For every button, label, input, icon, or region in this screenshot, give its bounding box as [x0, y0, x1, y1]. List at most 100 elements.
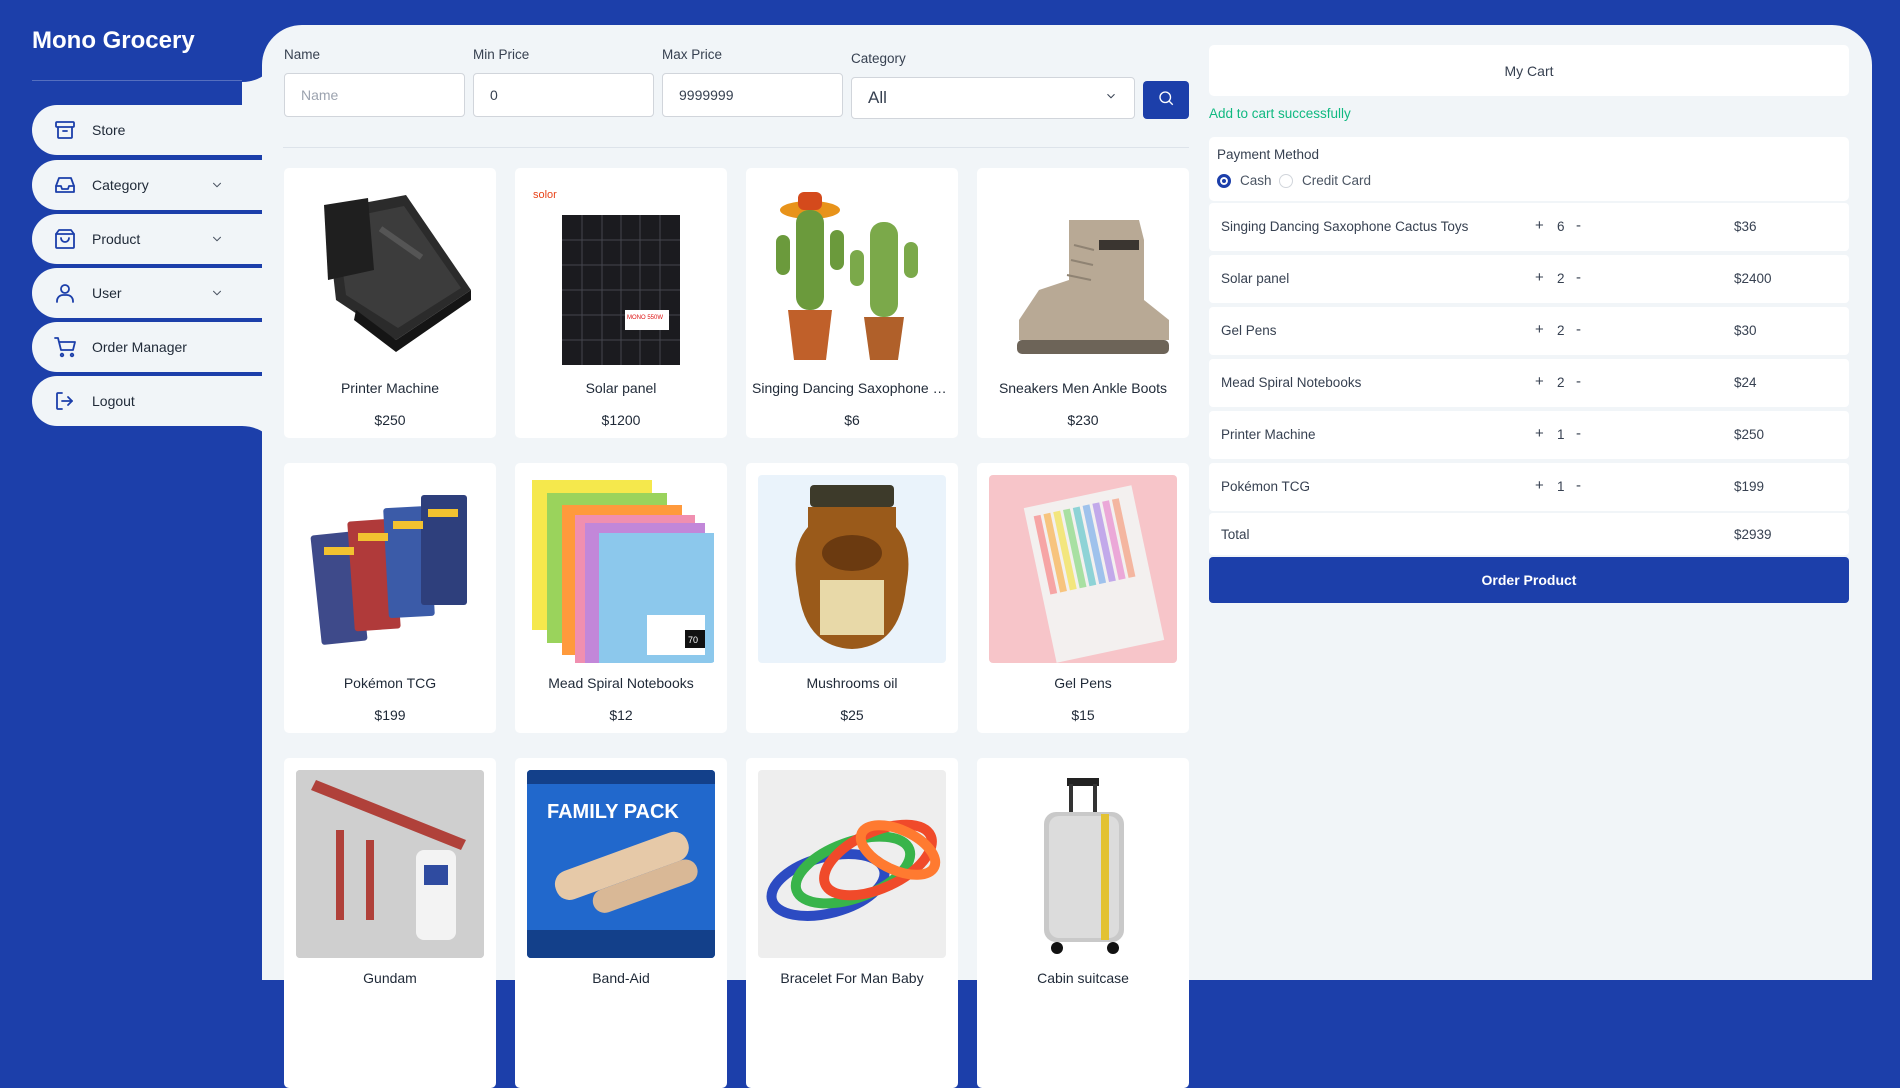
sidebar-item-user[interactable]: User — [32, 268, 262, 318]
product-card-solar-panel[interactable]: solor MONO 550W Solar panel $1200 — [515, 168, 727, 438]
sidebar-item-logout[interactable]: Logout — [32, 376, 262, 426]
product-price: $1200 — [601, 412, 641, 428]
notebook-sheet-count: 70 — [688, 635, 698, 645]
sidebar-item-label: User — [92, 285, 122, 301]
sidebar: Mono Grocery Store Category Product User — [0, 0, 262, 980]
product-card-printer-machine[interactable]: Printer Machine $250 — [284, 168, 496, 438]
cart-decrease-button[interactable]: - — [1576, 477, 1581, 494]
cart-item-quantity: 2 — [1557, 271, 1565, 286]
min-price-label: Min Price — [473, 47, 530, 62]
radio-unselected-icon — [1279, 173, 1293, 188]
product-name: Singing Dancing Saxophone Cactus Toys — [752, 380, 952, 396]
category-select[interactable]: All — [851, 77, 1135, 119]
payment-option-label: Credit Card — [1302, 173, 1372, 188]
sidebar-item-label: Product — [92, 231, 141, 247]
product-image-band-aid: FAMILY PACK — [527, 770, 715, 958]
cart-increase-button[interactable]: + — [1535, 373, 1544, 390]
product-image-gundam — [296, 770, 484, 958]
cart-item-row: Gel Pens + 2 - $30 — [1209, 307, 1849, 355]
product-name: Bracelet For Man Baby — [780, 970, 924, 986]
solar-brand-text: solor — [533, 189, 557, 201]
product-card-spiral-notebooks[interactable]: 70 Mead Spiral Notebooks $12 — [515, 463, 727, 733]
payment-option-label: Cash — [1240, 173, 1272, 188]
chevron-down-icon — [1104, 88, 1118, 108]
product-image-spiral-notebooks: 70 — [527, 475, 715, 663]
shopping-bag-icon — [52, 226, 78, 252]
app-logo-title: Mono Grocery — [32, 27, 195, 54]
cart-increase-button[interactable]: + — [1535, 321, 1544, 338]
product-price: $199 — [374, 707, 406, 723]
cart-decrease-button[interactable]: - — [1576, 269, 1581, 286]
chevron-down-icon[interactable] — [207, 283, 227, 303]
product-image-solar-panel: solor MONO 550W — [527, 180, 715, 368]
product-image-pokemon-tcg — [296, 475, 484, 663]
product-card-band-aid[interactable]: FAMILY PACK Band-Aid — [515, 758, 727, 1088]
cart-increase-button[interactable]: + — [1535, 269, 1544, 286]
cart-decrease-button[interactable]: - — [1576, 321, 1581, 338]
cart-item-price: $24 — [1734, 375, 1757, 390]
min-price-input[interactable] — [473, 73, 654, 117]
chevron-down-icon[interactable] — [207, 175, 227, 195]
sidebar-item-order-manager[interactable]: Order Manager — [32, 322, 262, 372]
product-image-mushrooms-oil — [758, 475, 946, 663]
product-card-gundam[interactable]: Gundam — [284, 758, 496, 1088]
product-name: Gundam — [363, 970, 417, 986]
payment-radio-credit-card[interactable]: Credit Card — [1279, 173, 1371, 188]
search-button[interactable] — [1143, 81, 1189, 119]
shopping-cart-icon — [52, 334, 78, 360]
product-card-pokemon-tcg[interactable]: Pokémon TCG $199 — [284, 463, 496, 733]
sidebar-divider — [32, 80, 242, 81]
product-card-bracelet[interactable]: Bracelet For Man Baby — [746, 758, 958, 1088]
product-card-gel-pens[interactable]: Gel Pens $15 — [977, 463, 1189, 733]
product-name: Printer Machine — [340, 380, 440, 396]
product-card-mushrooms-oil[interactable]: Mushrooms oil $25 — [746, 463, 958, 733]
product-price: $25 — [840, 707, 864, 723]
product-card-ankle-boots[interactable]: Sneakers Men Ankle Boots $230 — [977, 168, 1189, 438]
cart-item-name: Pokémon TCG — [1221, 479, 1311, 494]
name-filter-input[interactable] — [284, 73, 465, 117]
cart-total-label: Total — [1221, 527, 1250, 542]
product-image-ankle-boots — [989, 180, 1177, 368]
product-price: $6 — [844, 412, 860, 428]
sidebar-item-store[interactable]: Store — [32, 105, 262, 155]
product-card-cabin-suitcase[interactable]: Cabin suitcase — [977, 758, 1189, 1088]
cart-item-row: Mead Spiral Notebooks + 2 - $24 — [1209, 359, 1849, 407]
cart-item-name: Mead Spiral Notebooks — [1221, 375, 1362, 390]
cart-item-quantity: 2 — [1557, 323, 1565, 338]
max-price-input[interactable] — [662, 73, 843, 117]
cart-item-quantity: 6 — [1557, 219, 1565, 234]
product-image-printer — [296, 180, 484, 368]
chevron-down-icon[interactable] — [207, 229, 227, 249]
cart-item-quantity: 1 — [1557, 479, 1565, 494]
product-name: Cabin suitcase — [1037, 970, 1129, 986]
cart-item-row: Printer Machine + 1 - $250 — [1209, 411, 1849, 459]
cart-item-price: $36 — [1734, 219, 1757, 234]
cart-item-name: Solar panel — [1221, 271, 1290, 286]
max-price-label: Max Price — [662, 47, 723, 62]
payment-method-title: Payment Method — [1217, 147, 1320, 162]
cart-total-value: $2939 — [1734, 527, 1772, 542]
cart-decrease-button[interactable]: - — [1576, 217, 1581, 234]
bandaid-box-title: FAMILY PACK — [547, 801, 679, 823]
product-name: Mushrooms oil — [806, 675, 898, 691]
sidebar-item-product[interactable]: Product — [32, 214, 262, 264]
product-card-cactus-toys[interactable]: Singing Dancing Saxophone Cactus Toys $6 — [746, 168, 958, 438]
cart-item-price: $30 — [1734, 323, 1757, 338]
cart-decrease-button[interactable]: - — [1576, 373, 1581, 390]
cart-increase-button[interactable]: + — [1535, 477, 1544, 494]
sidebar-item-category[interactable]: Category — [32, 160, 262, 210]
cart-item-quantity: 1 — [1557, 427, 1565, 442]
product-price: $15 — [1071, 707, 1095, 723]
cart-increase-button[interactable]: + — [1535, 425, 1544, 442]
sidebar-item-label: Logout — [92, 393, 135, 409]
sidebar-item-label: Category — [92, 177, 149, 193]
payment-radio-cash[interactable]: Cash — [1217, 173, 1272, 188]
cart-success-message: Add to cart successfully — [1209, 106, 1351, 121]
cart-item-name: Singing Dancing Saxophone Cactus Toys — [1221, 219, 1469, 234]
cart-item-price: $250 — [1734, 427, 1765, 442]
cart-item-quantity: 2 — [1557, 375, 1565, 390]
cart-decrease-button[interactable]: - — [1576, 425, 1581, 442]
search-icon — [1157, 89, 1175, 112]
order-product-button[interactable]: Order Product — [1209, 557, 1849, 603]
cart-increase-button[interactable]: + — [1535, 217, 1544, 234]
